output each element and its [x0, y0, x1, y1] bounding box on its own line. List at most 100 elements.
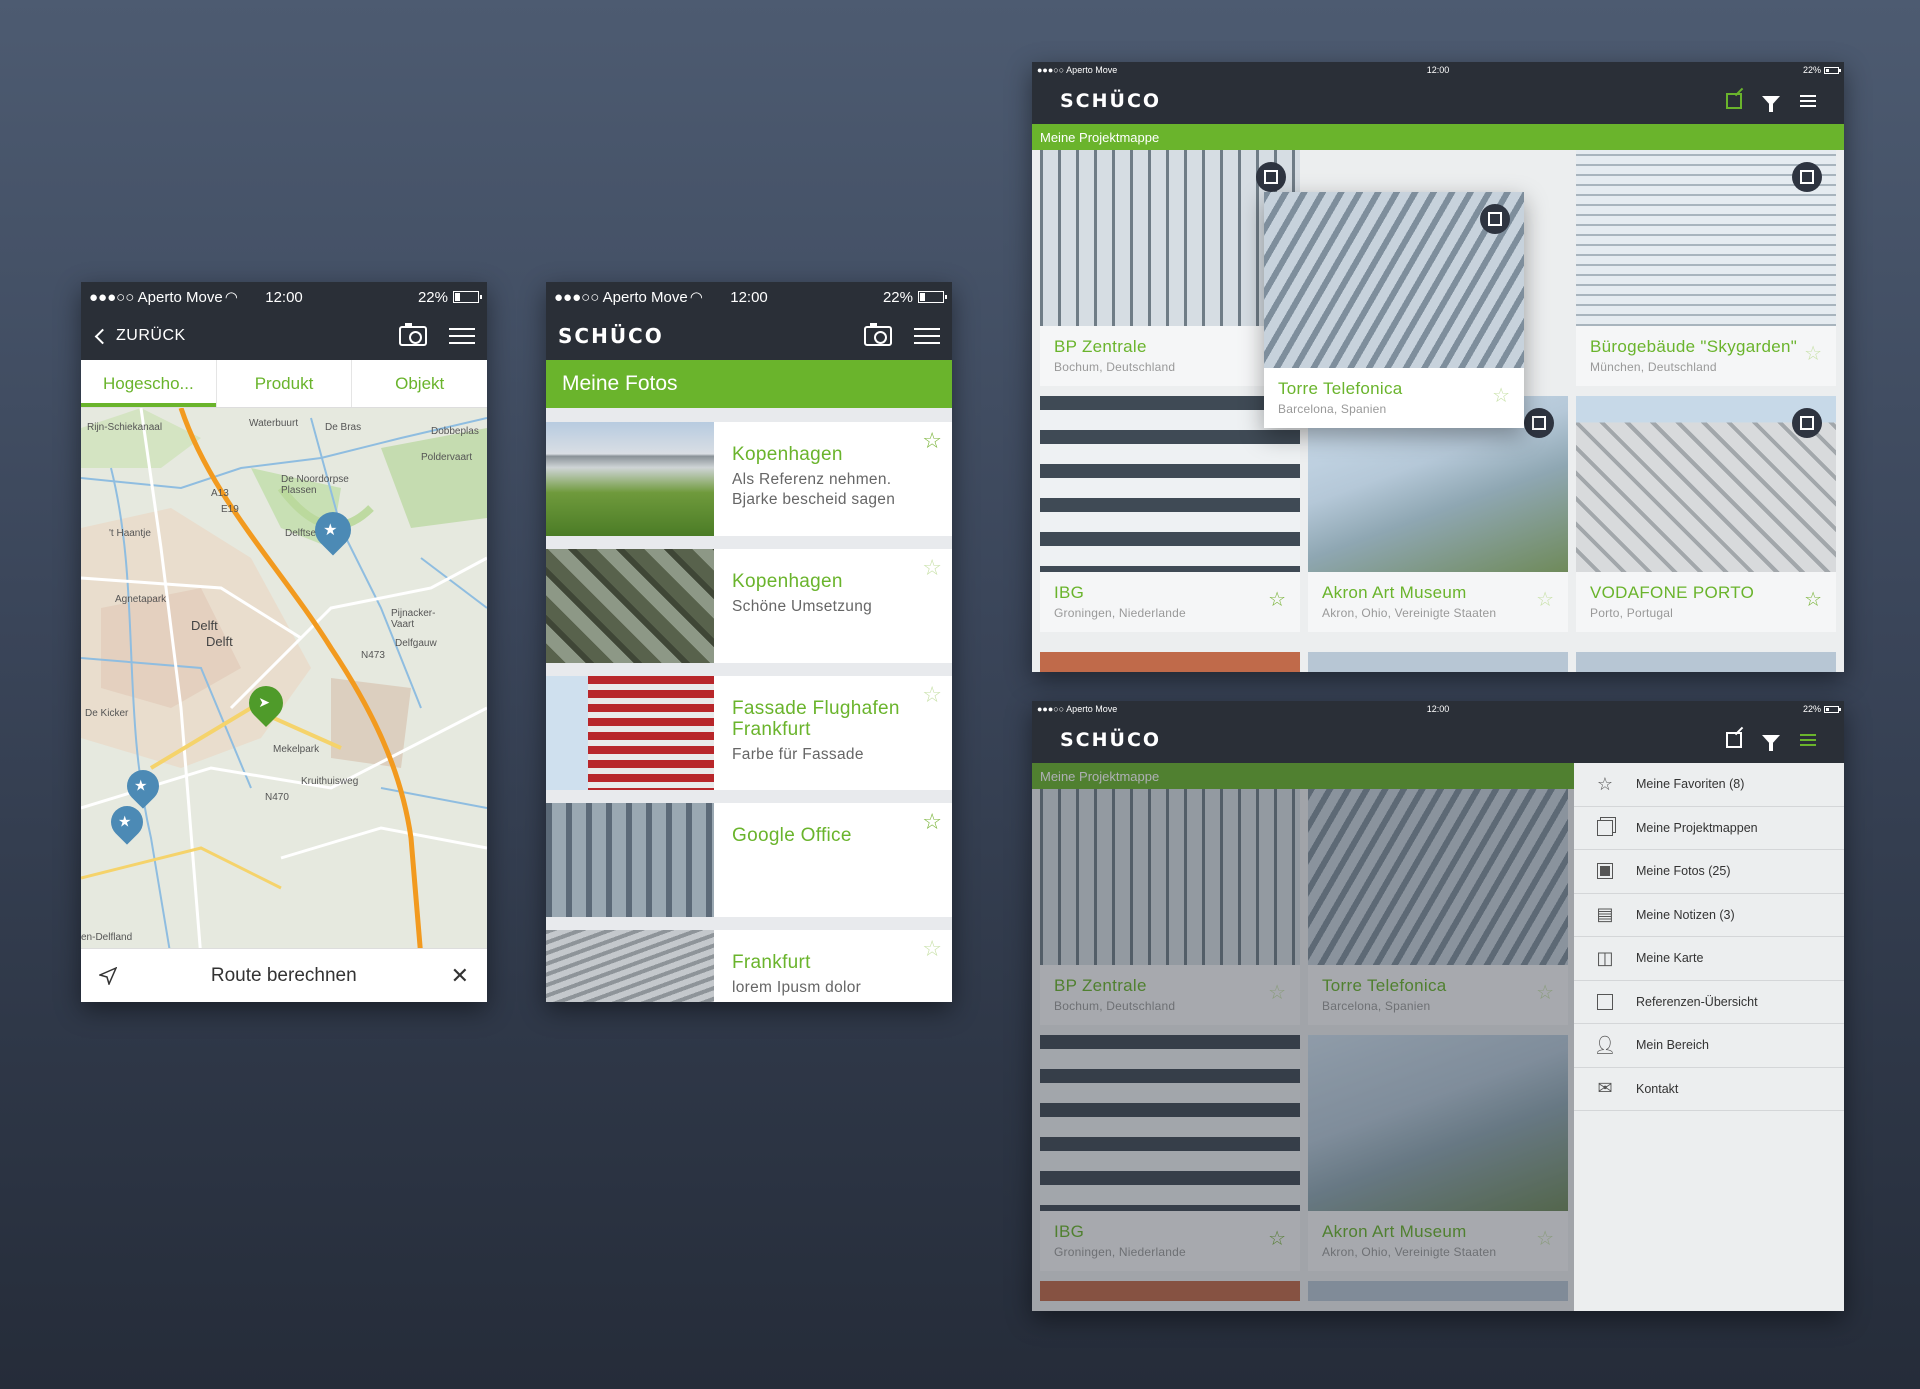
- menu-item-karte[interactable]: ◫ Meine Karte: [1574, 937, 1844, 981]
- photo-title: Kopenhagen: [732, 571, 843, 592]
- menu-item-label: Kontakt: [1636, 1081, 1679, 1096]
- map-label: Agnetapark: [115, 594, 167, 605]
- edit-icon[interactable]: [1726, 732, 1742, 748]
- hamburger-menu-icon[interactable]: [1800, 734, 1816, 746]
- star-icon[interactable]: ☆: [1268, 590, 1286, 610]
- battery-percent: 22%: [882, 288, 913, 306]
- star-icon[interactable]: ☆: [922, 811, 942, 833]
- back-button[interactable]: ZURÜCK: [93, 327, 186, 345]
- star-icon[interactable]: ☆: [922, 430, 942, 452]
- menu-item-fotos[interactable]: Meine Fotos (25): [1574, 850, 1844, 894]
- tab-objekt[interactable]: Objekt: [352, 360, 487, 407]
- page-title: Meine Fotos: [546, 360, 952, 408]
- project-location: Akron, Ohio, Vereinigte Staaten: [1322, 606, 1497, 620]
- menu-item-kontakt[interactable]: ✉ Kontakt: [1574, 1068, 1844, 1111]
- hamburger-menu-icon[interactable]: [1800, 95, 1816, 107]
- tab-hogescho[interactable]: Hogescho...: [81, 360, 217, 407]
- star-icon[interactable]: ☆: [922, 684, 942, 706]
- menu-item-label: Referenzen-Übersicht: [1636, 994, 1758, 1009]
- star-icon[interactable]: ☆: [922, 557, 942, 579]
- project-image: [1040, 396, 1300, 572]
- star-icon[interactable]: ☆: [922, 938, 942, 960]
- menu-item-projektmappen[interactable]: Meine Projektmappen: [1574, 807, 1844, 850]
- trash-icon[interactable]: [1792, 162, 1822, 192]
- star-icon[interactable]: ☆: [1804, 344, 1822, 364]
- menu-item-label: Mein Bereich: [1636, 1038, 1709, 1053]
- carrier-label: ●●●○○ Aperto Move: [1037, 704, 1118, 714]
- photo-title: Google Office: [732, 825, 852, 846]
- dim-overlay[interactable]: [1032, 763, 1574, 1311]
- project-card[interactable]: Torre Telefonica Barcelona, Spanien ☆: [1264, 192, 1524, 428]
- project-location: Porto, Portugal: [1590, 606, 1674, 620]
- menu-item-notizen[interactable]: ▤ Meine Notizen (3): [1574, 894, 1844, 937]
- map-label: Pijnacker-Vaart: [391, 608, 436, 630]
- photo-thumbnail: [546, 676, 714, 790]
- status-bar: ●●●○○ Aperto Move 12:00 22%: [1032, 62, 1844, 78]
- camera-icon[interactable]: [399, 323, 427, 346]
- list-item[interactable]: Kopenhagen Als Referenz nehmen. Bjarke b…: [546, 422, 952, 536]
- status-bar: ●●●○○ Aperto Move 12:00 22%: [1032, 701, 1844, 717]
- map-label: N473: [361, 650, 385, 661]
- schueco-logo[interactable]: SCHÜCO: [1060, 90, 1161, 112]
- photo-title: Fassade Flughafen Frankfurt: [732, 698, 900, 740]
- photos-phone-screen: ●●●○○ Aperto Move ◠ 12:00 22% SCHÜCO Mei…: [546, 282, 952, 1002]
- photo-icon: [1594, 862, 1616, 880]
- star-icon[interactable]: ☆: [1536, 590, 1554, 610]
- list-item[interactable]: Google Office ☆: [546, 803, 952, 917]
- project-card[interactable]: IBG Groningen, Niederlande ☆: [1040, 396, 1300, 632]
- project-card[interactable]: VODAFONE PORTO Porto, Portugal ☆: [1576, 396, 1836, 632]
- wifi-icon: ◠: [689, 289, 703, 306]
- project-title: BP Zentrale: [1054, 337, 1147, 356]
- menu-item-bereich[interactable]: 👤︎ Mein Bereich: [1574, 1024, 1844, 1068]
- star-icon[interactable]: ☆: [1804, 590, 1822, 610]
- status-bar: ●●●○○ Aperto Move ◠ 12:00 22%: [546, 282, 952, 312]
- project-card[interactable]: Bürogebäude "Skygarden" München, Deutsch…: [1576, 150, 1836, 386]
- menu-item-favoriten[interactable]: ☆ Meine Favoriten (8): [1574, 763, 1844, 807]
- trash-icon[interactable]: [1524, 408, 1554, 438]
- route-button[interactable]: Route berechnen: [117, 965, 451, 987]
- camera-icon[interactable]: [864, 323, 892, 346]
- trash-icon[interactable]: [1480, 204, 1510, 234]
- map-label: Delft: [206, 634, 233, 649]
- photo-title: Frankfurt: [732, 952, 811, 973]
- menu-item-referenzen[interactable]: Referenzen-Übersicht: [1574, 981, 1844, 1024]
- photo-note: Schöne Umsetzung: [732, 598, 873, 615]
- carrier-label: ●●●○○ Aperto Move: [554, 288, 688, 306]
- project-card[interactable]: Akron Art Museum Akron, Ohio, Vereinigte…: [1308, 396, 1568, 632]
- battery-icon: [1824, 705, 1841, 713]
- list-item[interactable]: Kopenhagen Schöne Umsetzung ☆: [546, 549, 952, 663]
- map-label: Delftse: [285, 528, 317, 539]
- app-header: SCHÜCO: [1032, 78, 1844, 124]
- map-label: N470: [265, 792, 289, 803]
- list-item[interactable]: Fassade Flughafen Frankfurt Farbe für Fa…: [546, 676, 952, 790]
- photo-thumbnail: [546, 422, 714, 536]
- folders-icon: [1594, 819, 1616, 837]
- map-label: Mekelpark: [273, 744, 320, 755]
- schueco-logo[interactable]: SCHÜCO: [558, 324, 664, 348]
- trash-icon[interactable]: [1256, 162, 1286, 192]
- battery-percent: 22%: [1802, 704, 1821, 714]
- project-image-partial: [1040, 652, 1300, 672]
- hamburger-menu-icon[interactable]: [914, 328, 940, 344]
- map-view[interactable]: Rijn-Schiekanaal 't Haantje Waterbuurt D…: [81, 408, 487, 958]
- filter-icon[interactable]: [1762, 96, 1780, 112]
- edit-icon[interactable]: [1726, 93, 1742, 109]
- hamburger-menu-icon[interactable]: [449, 328, 475, 344]
- star-icon[interactable]: ☆: [1492, 386, 1510, 406]
- trash-icon[interactable]: [1792, 408, 1822, 438]
- schueco-logo[interactable]: SCHÜCO: [1060, 729, 1161, 751]
- user-icon: 👤︎: [1593, 1034, 1617, 1055]
- close-icon[interactable]: ✕: [451, 964, 469, 987]
- project-image-partial: [1308, 652, 1568, 672]
- app-header: SCHÜCO: [1032, 717, 1844, 763]
- section-title: Meine Projektmappe: [1032, 124, 1844, 150]
- app-header: SCHÜCO: [546, 312, 952, 360]
- clock: 12:00: [265, 288, 303, 306]
- list-item[interactable]: Frankfurt lorem Ipusm dolor ☆: [546, 930, 952, 1002]
- navigation-arrow-icon[interactable]: [99, 966, 117, 985]
- filter-icon[interactable]: [1762, 735, 1780, 751]
- tab-produkt[interactable]: Produkt: [217, 360, 353, 407]
- battery-percent: 22%: [1802, 65, 1821, 75]
- map-label: Dobbeplas: [431, 426, 479, 437]
- project-card[interactable]: BP Zentrale Bochum, Deutschland: [1040, 150, 1300, 386]
